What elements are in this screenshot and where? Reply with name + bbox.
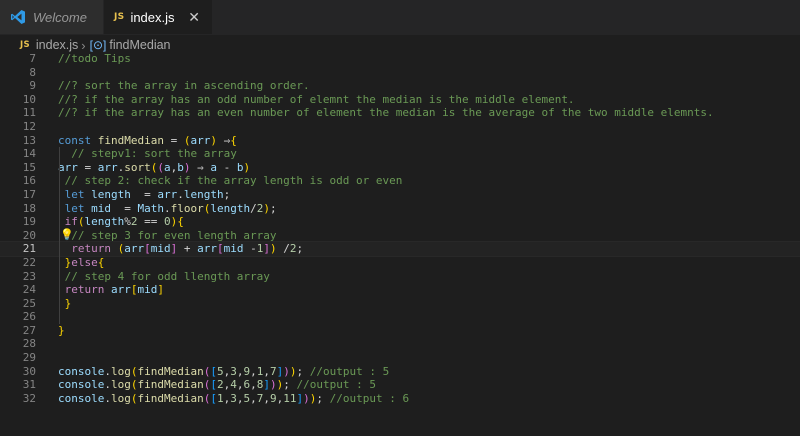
code-line[interactable]: 12 [0, 120, 800, 134]
tab-index-js[interactable]: JS index.js ✕ [104, 0, 212, 34]
line-number: 17 [22, 187, 36, 201]
code-text: //? if the array has an even number of e… [58, 106, 714, 120]
line-number: 21 [22, 242, 36, 256]
line-number: 29 [22, 351, 36, 365]
code-text: // stepv1: sort the array [71, 147, 237, 161]
code-line[interactable]: 23 // step 4 for odd llength array [0, 270, 800, 284]
close-icon[interactable]: ✕ [188, 9, 200, 26]
line-number: 12 [22, 119, 36, 133]
code-editor[interactable]: 7 //todo Tips 8 9 //? sort the array in asce… [0, 52, 800, 405]
code-line[interactable]: 18 let mid = Math.floor(length/2); [0, 202, 800, 216]
code-text: //todo Tips [58, 52, 131, 65]
code-text: } [58, 323, 65, 337]
code-line[interactable]: 19 if(length%2 == 0){ [0, 215, 800, 229]
tab-index-js-label: index.js [130, 9, 175, 25]
line-number: 30 [22, 364, 36, 378]
line-number: 9 [29, 79, 36, 93]
code-line[interactable]: 26 [0, 310, 800, 324]
line-number: 18 [22, 201, 36, 215]
breadcrumb-symbol[interactable]: findMedian [109, 38, 170, 52]
code-text: return (arr[mid] + arr[mid -1]) /2; [71, 242, 304, 256]
code-text: }else{ [64, 255, 105, 269]
line-number: 15 [22, 160, 36, 174]
code-line[interactable]: 14 // stepv1: sort the array [0, 147, 800, 161]
code-text: console.log(findMedian([1,3,5,7,9,11]));… [58, 391, 410, 405]
line-number: 31 [22, 378, 36, 392]
code-line[interactable]: 30 console.log(findMedian([5,3,9,1,7])); … [0, 365, 800, 379]
line-number: 16 [22, 174, 36, 188]
code-line[interactable]: 7 //todo Tips [0, 52, 800, 66]
code-text: console.log(findMedian([5,3,9,1,7])); //… [58, 364, 390, 378]
code-text: let length = arr.length; [64, 187, 231, 201]
line-number: 13 [22, 133, 36, 147]
line-number: 14 [22, 147, 36, 161]
code-line[interactable]: 32 console.log(findMedian([1,3,5,7,9,11])… [0, 392, 800, 406]
line-number: 11 [22, 106, 36, 120]
code-line[interactable]: 15 arr = arr.sort((a,b) ⇒ a - b) [0, 161, 800, 175]
js-file-icon: JS [114, 12, 125, 22]
line-number: 22 [22, 255, 36, 269]
tab-welcome-label: Welcome [33, 9, 87, 25]
breadcrumb-file[interactable]: index.js [36, 38, 78, 52]
line-number: 24 [22, 283, 36, 297]
code-text: let mid = Math.floor(length/2); [64, 201, 277, 215]
code-line[interactable]: 21 return (arr[mid] + arr[mid -1]) /2; [0, 241, 800, 257]
line-number: 23 [22, 269, 36, 283]
chevron-right-icon: › [81, 37, 86, 53]
variable-symbol-icon: [⊙] [89, 38, 107, 52]
line-number: 19 [22, 215, 36, 229]
code-line[interactable]: 11 //? if the array has an even number of… [0, 106, 800, 120]
tab-welcome[interactable]: Welcome [0, 0, 104, 34]
code-line[interactable]: 29 [0, 351, 800, 365]
code-text: console.log(findMedian([2,4,6,8])); //ou… [58, 378, 376, 392]
js-file-icon: JS [20, 40, 30, 50]
line-number: 20 [22, 228, 36, 242]
code-line[interactable]: 9 //? sort the array in ascending order. [0, 79, 800, 93]
code-line[interactable]: 8 [0, 66, 800, 80]
line-number: 25 [22, 296, 36, 310]
vscode-logo-icon [11, 10, 25, 24]
editor-tab-bar: Welcome JS index.js ✕ [0, 0, 800, 35]
code-line[interactable]: 17 let length = arr.length; [0, 188, 800, 202]
code-line[interactable]: 28 [0, 337, 800, 351]
code-line[interactable]: 25 } [0, 297, 800, 311]
code-text: return arr[mid] [64, 283, 164, 297]
indent-guide [59, 147, 60, 324]
line-number: 26 [22, 310, 36, 324]
code-text: arr = arr.sort((a,b) ⇒ a - b) [58, 160, 251, 174]
code-text: // step 2: check if the array length is … [64, 174, 403, 188]
line-number: 10 [22, 92, 36, 106]
code-text: const findMedian = (arr) ⇒{ [58, 133, 237, 147]
code-text: //? if the array has an odd number of el… [58, 92, 575, 106]
code-line[interactable]: 16 // step 2: check if the array length … [0, 174, 800, 188]
code-line[interactable]: 24 return arr[mid] [0, 283, 800, 297]
code-text: if(length%2 == 0){ [64, 215, 184, 229]
line-number: 27 [22, 323, 36, 337]
code-line[interactable]: 27} [0, 324, 800, 338]
line-number: 32 [22, 391, 36, 405]
code-text: // step 3 for even length array [71, 228, 277, 242]
line-number: 28 [22, 337, 36, 351]
line-number: 8 [29, 65, 36, 79]
lightbulb-icon[interactable]: 💡 [60, 228, 74, 242]
code-line[interactable]: 20 // step 3 for even length array 💡 [0, 228, 800, 243]
code-text: //? sort the array in ascending order. [58, 79, 310, 93]
code-text: // step 4 for odd llength array [64, 269, 270, 283]
code-line[interactable]: 22 }else{ [0, 256, 800, 270]
code-line[interactable]: 13 const findMedian = (arr) ⇒{ [0, 134, 800, 148]
code-line[interactable]: 31 console.log(findMedian([2,4,6,8])); //… [0, 378, 800, 392]
code-line[interactable]: 10 //? if the array has an odd number of … [0, 93, 800, 107]
line-number: 7 [29, 52, 36, 65]
